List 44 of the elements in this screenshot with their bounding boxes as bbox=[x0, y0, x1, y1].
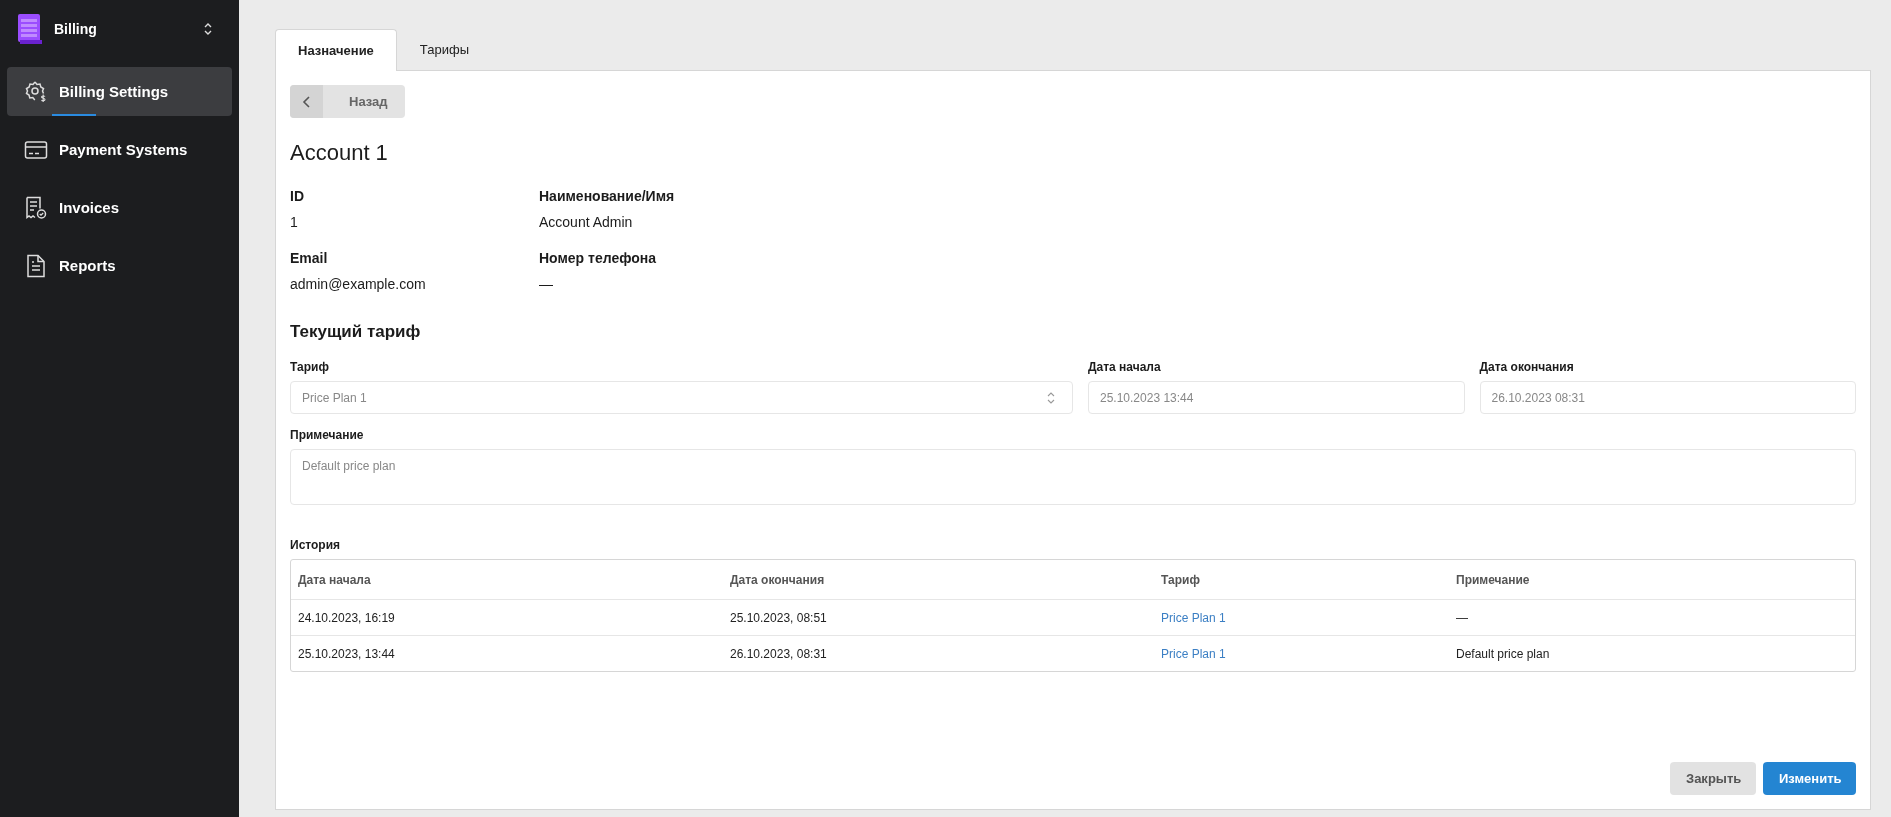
table-cell-text: Default price plan bbox=[1455, 646, 1551, 661]
table-cell-text: 25.10.2023, 08:51 bbox=[729, 610, 828, 625]
field-label: Наименование/Имя bbox=[539, 188, 676, 204]
table-cell-text: 25.10.2023, 13:44 bbox=[297, 646, 396, 661]
back-button[interactable]: Назад bbox=[290, 85, 405, 118]
table-cell-text: 24.10.2023, 16:19 bbox=[297, 610, 396, 625]
column-header: Дата начала bbox=[297, 572, 372, 587]
table-link[interactable]: Price Plan 1 bbox=[1154, 646, 1449, 661]
edit-button[interactable]: Изменить bbox=[1763, 762, 1856, 795]
table-cell-text: — bbox=[1455, 610, 1469, 625]
table-link[interactable]: Price Plan 1 bbox=[1154, 610, 1449, 625]
table-cell-text: 26.10.2023, 08:31 bbox=[729, 646, 828, 661]
field-label: Примечание bbox=[290, 428, 365, 442]
gear-icon bbox=[24, 79, 48, 104]
app-logo-icon bbox=[18, 14, 42, 44]
field-value: — bbox=[539, 276, 554, 292]
chevron-left-icon bbox=[290, 85, 323, 118]
field-label: Тариф bbox=[290, 360, 330, 374]
tab[interactable]: Назначение bbox=[275, 29, 397, 71]
column-header: Примечание bbox=[1455, 572, 1531, 587]
field-label: Дата начала bbox=[1088, 360, 1162, 374]
field-label: Email bbox=[290, 250, 329, 266]
section-heading: Текущий тариф bbox=[290, 322, 422, 342]
field-value: admin@example.com bbox=[290, 276, 427, 292]
field-label: Дата окончания bbox=[1479, 360, 1575, 374]
switcher-icon[interactable] bbox=[203, 22, 213, 36]
section-heading: История bbox=[290, 538, 342, 552]
field-value: 1 bbox=[290, 214, 299, 230]
nav-item[interactable]: Invoices bbox=[7, 183, 232, 232]
field-value: Account Admin bbox=[539, 214, 634, 230]
document-icon bbox=[24, 253, 48, 278]
nav-item[interactable]: Reports bbox=[7, 241, 232, 290]
field-label: ID bbox=[290, 188, 305, 204]
field-label: Номер телефона bbox=[539, 250, 658, 266]
receipt-icon bbox=[24, 195, 48, 220]
tab[interactable]: Тарифы bbox=[396, 28, 492, 70]
column-header: Дата окончания bbox=[729, 572, 826, 587]
sort-caret-icon bbox=[1047, 391, 1055, 404]
app-name: Billing bbox=[54, 21, 98, 37]
column-header: Тариф bbox=[1160, 572, 1201, 587]
close-button[interactable]: Закрыть bbox=[1670, 762, 1756, 795]
page-title: Account 1 bbox=[290, 140, 389, 166]
nav-item[interactable]: Billing Settings bbox=[7, 67, 232, 116]
nav-item[interactable]: Payment Systems bbox=[7, 125, 232, 174]
